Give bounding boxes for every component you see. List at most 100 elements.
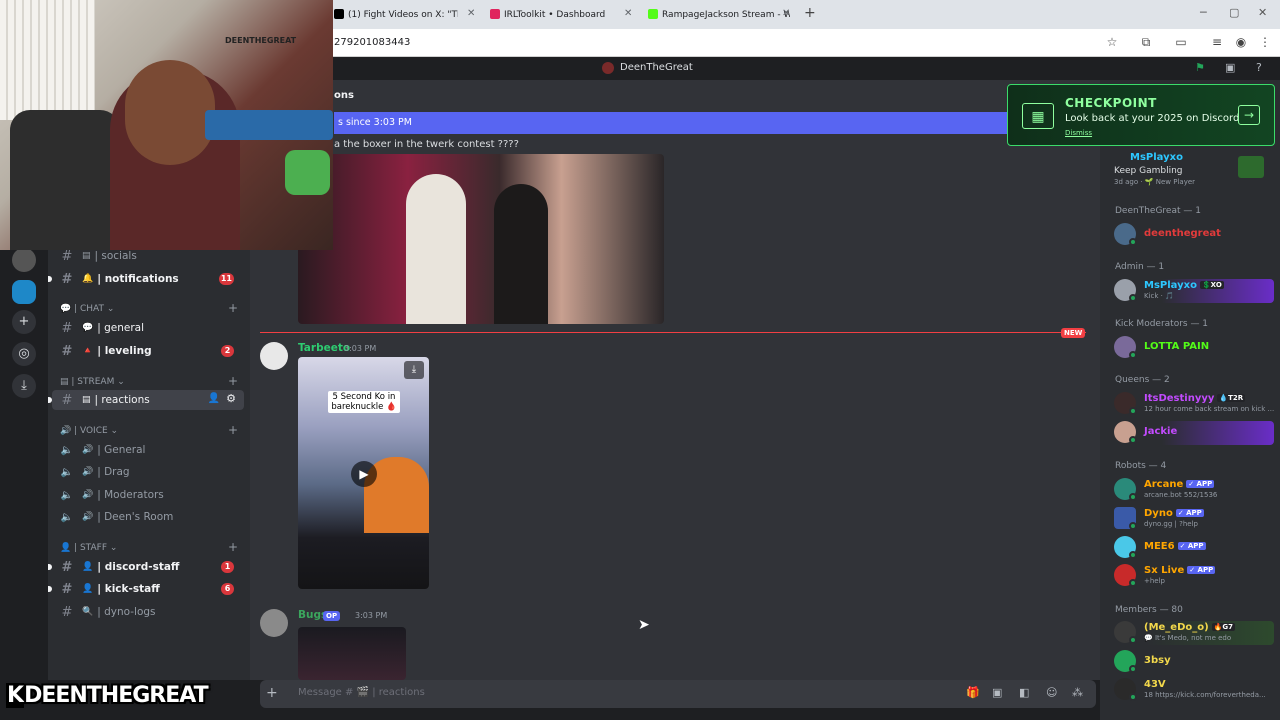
category-label: | VOICE (74, 426, 108, 436)
server-icon[interactable] (12, 280, 36, 304)
channel-dyno-logs[interactable]: # 🔍 | dyno-logs (52, 602, 244, 622)
close-tab-icon[interactable]: ✕ (782, 8, 790, 19)
category-chat[interactable]: 💬 | CHAT ⌄ (60, 304, 114, 314)
member-item[interactable]: Dyno ✓ APP dyno.gg | ?help (1114, 507, 1274, 531)
close-window-icon[interactable]: ✕ (1258, 6, 1267, 19)
apps-icon[interactable]: ⁂ (1072, 686, 1083, 699)
settings-gear-icon[interactable]: ⚙ (226, 392, 236, 405)
download-icon[interactable]: ⤓ (404, 361, 424, 379)
channel-leveling[interactable]: # 🔺 | leveling 2 (52, 341, 244, 361)
member-activity-card[interactable]: MsPlayxo Keep Gambling 3d ago · 🌱 New Pl… (1114, 152, 1274, 188)
add-channel-icon[interactable]: + (228, 301, 238, 315)
new-messages-bar[interactable]: s since 3:03 PM (334, 112, 1100, 134)
member-item[interactable]: LOTTA PAIN (1114, 336, 1274, 360)
member-item[interactable]: Jackie (1114, 421, 1274, 445)
browser-tab[interactable]: (1) Fight Videos on X: "This is o (334, 3, 458, 27)
maximize-icon[interactable]: ▢ (1229, 6, 1239, 19)
member-group-title: Queens — 2 (1115, 375, 1170, 385)
help-icon[interactable]: ? (1256, 61, 1262, 74)
member-sub: dyno.gg | ?help (1144, 520, 1198, 528)
message-image[interactable] (298, 627, 406, 680)
extensions-icon[interactable]: ⧉ (1139, 35, 1153, 49)
channel-reactions[interactable]: # ▤ | reactions 👤 ⚙ (48, 390, 244, 410)
avatar[interactable] (260, 342, 288, 370)
add-server-icon[interactable]: + (12, 310, 36, 334)
kick-logo-icon: K (6, 683, 24, 708)
member-name-row: (Me_eDo_o) 🔥G7 (1144, 622, 1236, 633)
url-text[interactable]: 279201083443 (334, 37, 410, 48)
profile-icon[interactable]: ◉ (1234, 35, 1248, 49)
member-item[interactable]: 3bsy (1114, 650, 1274, 674)
browser-tab[interactable]: RampageJackson Stream - Watc (648, 3, 790, 27)
close-tab-icon[interactable]: ✕ (624, 8, 632, 19)
member-sub: arcane.bot 552/1536 (1144, 491, 1218, 499)
arrow-right-icon[interactable]: → (1238, 105, 1260, 125)
voice-channel-general[interactable]: 🔈 🔊 | General (52, 440, 244, 460)
channel-notifications[interactable]: # 🔔 | notifications 11 (48, 269, 244, 289)
message-image[interactable] (298, 154, 664, 324)
channel-general[interactable]: # 💬 | general (52, 318, 244, 338)
voice-channel-drag[interactable]: 🔈 🔊 | Drag (52, 462, 244, 482)
member-name: Arcane (1144, 479, 1184, 490)
activity-meta: 3d ago · 🌱 New Player (1114, 178, 1196, 186)
video-attachment[interactable]: 5 Second Ko in bareknuckle 🩸 ▶ ⤓ (298, 357, 429, 589)
cast-icon[interactable]: ▭ (1174, 35, 1188, 49)
new-messages-label: s since 3:03 PM (338, 117, 412, 128)
inbox-icon[interactable]: ▣ (1225, 61, 1235, 74)
close-tab-icon[interactable]: ✕ (467, 8, 475, 19)
status-dot (1129, 294, 1137, 302)
message-composer[interactable]: + Message # 🎬 | reactions 🎁 ▣ ◧ ☺ ⁂ (260, 680, 1096, 708)
member-list: MsPlayxo Keep Gambling 3d ago · 🌱 New Pl… (1100, 80, 1280, 720)
checkpoint-banner[interactable]: ▦ CHECKPOINT Look back at your 2025 on D… (1007, 84, 1275, 146)
category-stream[interactable]: ▤ | STREAM ⌄ (60, 377, 125, 387)
add-channel-icon[interactable]: + (228, 540, 238, 554)
voice-channel-deens-room[interactable]: 🔈 🔊 | Deen's Room (52, 507, 244, 527)
dismiss-link[interactable]: Dismiss (1065, 129, 1092, 137)
channel-discord-staff[interactable]: # 👤 | discord-staff 1 (48, 557, 244, 577)
minimize-icon[interactable]: ─ (1200, 6, 1207, 19)
flag-icon[interactable]: ⚑ (1195, 61, 1205, 74)
voice-channel-moderators[interactable]: 🔈 🔊 | Moderators (52, 485, 244, 505)
member-item[interactable]: (Me_eDo_o) 🔥G7 💬 It's Medo, not me edo (1114, 621, 1274, 645)
emoji-icon[interactable]: ☺ (1046, 686, 1057, 699)
member-item[interactable]: Arcane ✓ APP arcane.bot 552/1536 (1114, 478, 1274, 502)
media-icon[interactable]: ≡ (1210, 35, 1224, 49)
browser-tab[interactable]: IRLToolkit • Dashboard (490, 3, 632, 27)
download-icon[interactable]: ⤓ (12, 374, 36, 398)
member-tag: 💲XO (1199, 281, 1224, 289)
status-dot (1129, 493, 1137, 501)
member-item[interactable]: ItsDestinyyy 💧T2R 12 hour come back strea… (1114, 392, 1274, 416)
avatar[interactable] (260, 609, 288, 637)
tab-title: IRLToolkit • Dashboard (504, 10, 606, 20)
gift-icon[interactable]: 🎁 (966, 686, 980, 699)
sticker-icon[interactable]: ◧ (1019, 686, 1029, 699)
member-name: 3bsy (1144, 655, 1171, 666)
new-tab-icon[interactable]: + (804, 5, 816, 21)
app-tag: ✓ APP (1186, 480, 1215, 488)
member-item[interactable]: MsPlayxo 💲XO Kick · 🎵 (1114, 279, 1274, 303)
add-member-icon[interactable]: 👤 (208, 393, 220, 404)
webcam-chair (10, 110, 120, 250)
add-channel-icon[interactable]: + (228, 374, 238, 388)
kick-icon (648, 9, 658, 19)
play-icon[interactable]: ▶ (351, 461, 377, 487)
member-item[interactable]: deenthegreat (1114, 223, 1274, 247)
status-dot (1129, 636, 1137, 644)
category-voice[interactable]: 🔊 | VOICE ⌄ (60, 426, 118, 436)
category-staff[interactable]: 👤 | STAFF ⌄ (60, 543, 117, 553)
explore-icon[interactable]: ◎ (12, 342, 36, 366)
category-label: | CHAT (74, 304, 104, 314)
menu-icon[interactable]: ⋮ (1258, 35, 1272, 49)
gif-icon[interactable]: ▣ (992, 686, 1002, 699)
add-channel-icon[interactable]: + (228, 423, 238, 437)
member-item[interactable]: 43V 18 https://kick.com/foreverthedа... (1114, 678, 1274, 702)
bookmark-star-icon[interactable]: ☆ (1105, 35, 1119, 49)
member-item[interactable]: Sx Live ✓ APP +help (1114, 564, 1274, 588)
channel-kick-staff[interactable]: # 👤 | kick-staff 6 (48, 579, 244, 599)
webcam-window-blinds (0, 0, 95, 120)
upload-plus-icon[interactable]: + (266, 685, 278, 701)
member-item[interactable]: MEE6 ✓ APP (1114, 536, 1274, 560)
server-icon[interactable] (12, 248, 36, 272)
message-author[interactable]: Tarbeeto (298, 342, 350, 354)
message-input[interactable]: Message # 🎬 | reactions (298, 687, 425, 698)
